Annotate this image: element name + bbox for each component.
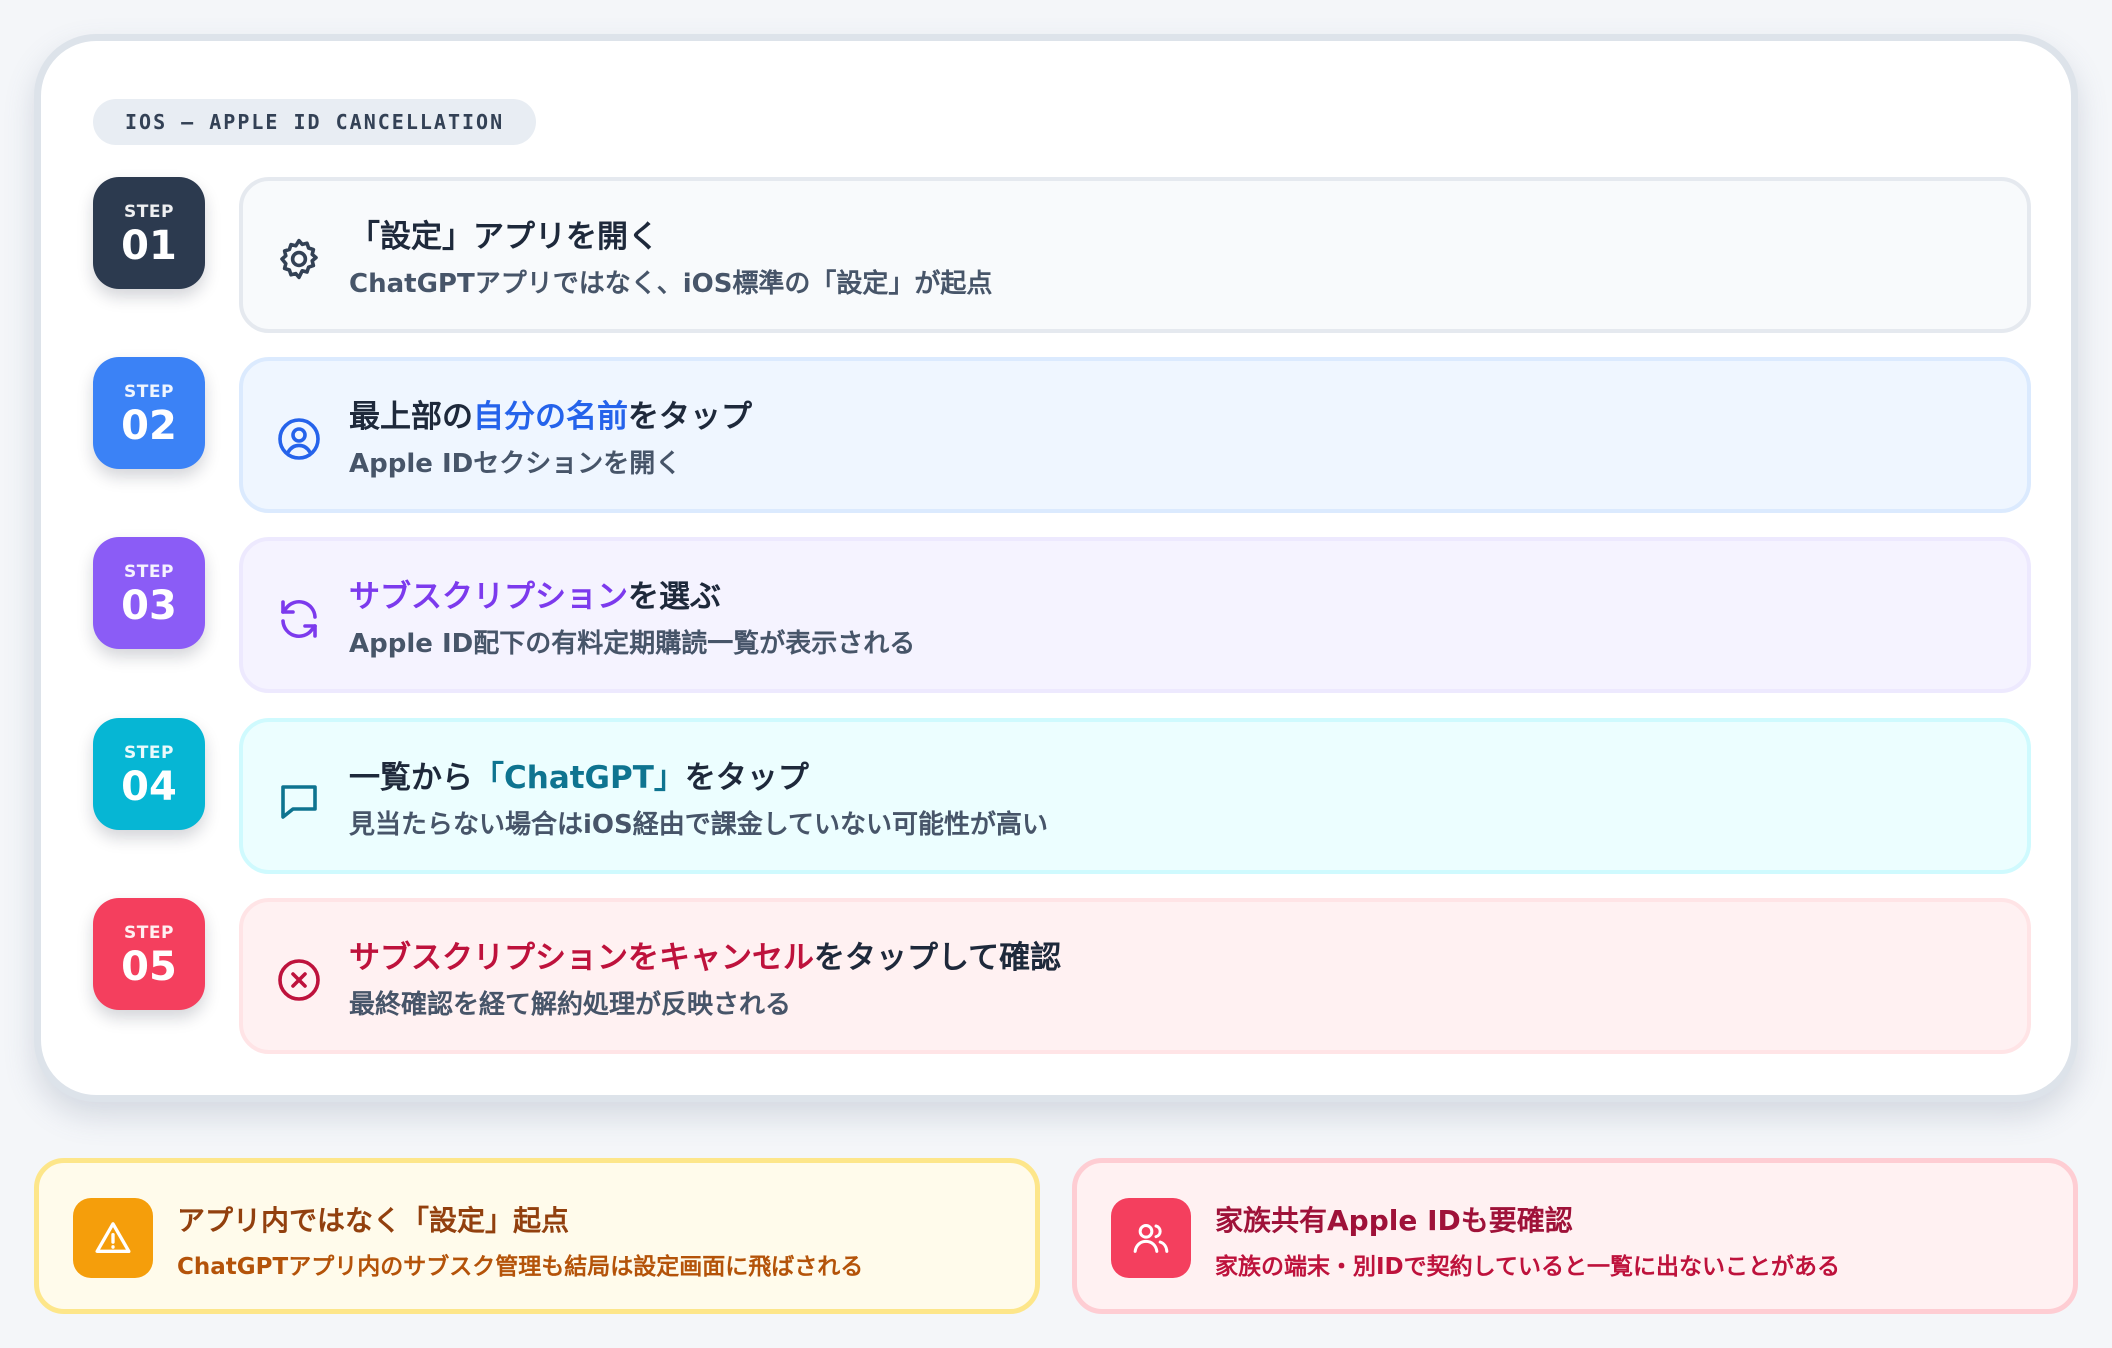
step-subtitle: Apple IDセクションを開く <box>349 449 682 479</box>
step-title-highlight: 「ChatGPT」 <box>473 760 685 796</box>
step-number: 02 <box>121 403 177 449</box>
step-title-text: 一覧から <box>349 760 473 796</box>
step-word: STEP <box>124 562 174 582</box>
step-number: 04 <box>121 764 177 810</box>
note-subtitle: ChatGPTアプリ内のサブスク管理も結局は設定画面に飛ばされる <box>177 1254 864 1280</box>
warning-icon-box <box>73 1198 153 1278</box>
step-title-text: 「設定」アプリを開く <box>349 219 659 255</box>
step-title: 一覧から「ChatGPT」をタップ <box>349 752 809 797</box>
step-title-highlight: サブスクリプションをキャンセル <box>349 940 814 976</box>
step-card[interactable]: サブスクリプションをキャンセルをタップして確認 最終確認を経て解約処理が反映され… <box>239 898 2031 1054</box>
steps-card: IOS – APPLE ID CANCELLATION STEP 01 「設定」… <box>34 34 2078 1102</box>
step-word: STEP <box>124 202 174 222</box>
step-number: 03 <box>121 583 177 629</box>
step-subtitle: ChatGPTアプリではなく、iOS標準の「設定」が起点 <box>349 269 993 299</box>
users-icon-box <box>1111 1198 1191 1278</box>
step-number: 05 <box>121 944 177 990</box>
step-title-text: 最上部の <box>349 399 473 435</box>
step-word: STEP <box>124 923 174 943</box>
step-badge: STEP 01 <box>93 177 205 289</box>
step-badge: STEP 04 <box>93 718 205 830</box>
step-card[interactable]: 「設定」アプリを開く ChatGPTアプリではなく、iOS標準の「設定」が起点 <box>239 177 2031 333</box>
step-title: 「設定」アプリを開く <box>349 211 659 256</box>
family-sharing-note: 家族共有Apple IDも要確認 家族の端末・別IDで契約していると一覧に出ない… <box>1072 1158 2078 1314</box>
gear-icon <box>280 238 318 280</box>
step-title: 最上部の自分の名前をタップ <box>349 391 752 436</box>
step-card[interactable]: 最上部の自分の名前をタップ Apple IDセクションを開く <box>239 357 2031 513</box>
section-label: IOS – APPLE ID CANCELLATION <box>93 99 537 145</box>
warning-icon <box>95 1222 131 1253</box>
step-title: サブスクリプションをキャンセルをタップして確認 <box>349 932 1061 977</box>
user-circle-icon <box>278 418 320 460</box>
note-subtitle: 家族の端末・別IDで契約していると一覧に出ないことがある <box>1215 1254 1840 1280</box>
step-title-text: をタップして確認 <box>814 940 1062 976</box>
step-5: STEP 05 サブスクリプションをキャンセルをタップして確認 最終確認を経て解… <box>93 898 2065 1056</box>
step-2: STEP 02 最上部の自分の名前をタップ Apple IDセクションを開く <box>93 357 2065 515</box>
step-3: STEP 03 サブスクリプションを選ぶ Apple ID配下の有料定期購読一覧… <box>93 537 2065 695</box>
note-title: 家族共有Apple IDも要確認 <box>1215 1204 1573 1237</box>
step-title-text: をタップ <box>628 399 752 435</box>
step-badge: STEP 05 <box>93 898 205 1010</box>
refresh-icon <box>281 600 317 638</box>
step-word: STEP <box>124 382 174 402</box>
step-badge: STEP 03 <box>93 537 205 649</box>
step-4: STEP 04 一覧から「ChatGPT」をタップ 見当たらない場合はiOS経由… <box>93 718 2065 876</box>
step-subtitle: 見当たらない場合はiOS経由で課金していない可能性が高い <box>349 810 1048 840</box>
step-subtitle: 最終確認を経て解約処理が反映される <box>349 990 792 1020</box>
users-icon <box>1133 1224 1169 1253</box>
step-card[interactable]: サブスクリプションを選ぶ Apple ID配下の有料定期購読一覧が表示される <box>239 537 2031 693</box>
step-word: STEP <box>124 743 174 763</box>
cancel-circle-icon <box>278 959 320 1001</box>
step-title: サブスクリプションを選ぶ <box>349 571 721 616</box>
step-title-highlight: 自分の名前 <box>473 399 628 435</box>
step-number: 01 <box>121 223 177 269</box>
step-subtitle: Apple ID配下の有料定期購読一覧が表示される <box>349 629 916 659</box>
note-title: アプリ内ではなく「設定」起点 <box>177 1204 570 1237</box>
step-1: STEP 01 「設定」アプリを開く ChatGPTアプリではなく、iOS標準の… <box>93 177 2065 335</box>
step-card[interactable]: 一覧から「ChatGPT」をタップ 見当たらない場合はiOS経由で課金していない… <box>239 718 2031 874</box>
step-title-highlight: サブスクリプション <box>349 579 628 615</box>
step-title-text: をタップ <box>684 760 809 796</box>
warning-note: アプリ内ではなく「設定」起点 ChatGPTアプリ内のサブスク管理も結局は設定画… <box>34 1158 1040 1314</box>
message-icon <box>281 785 317 819</box>
step-badge: STEP 02 <box>93 357 205 469</box>
step-title-text: を選ぶ <box>628 579 721 615</box>
